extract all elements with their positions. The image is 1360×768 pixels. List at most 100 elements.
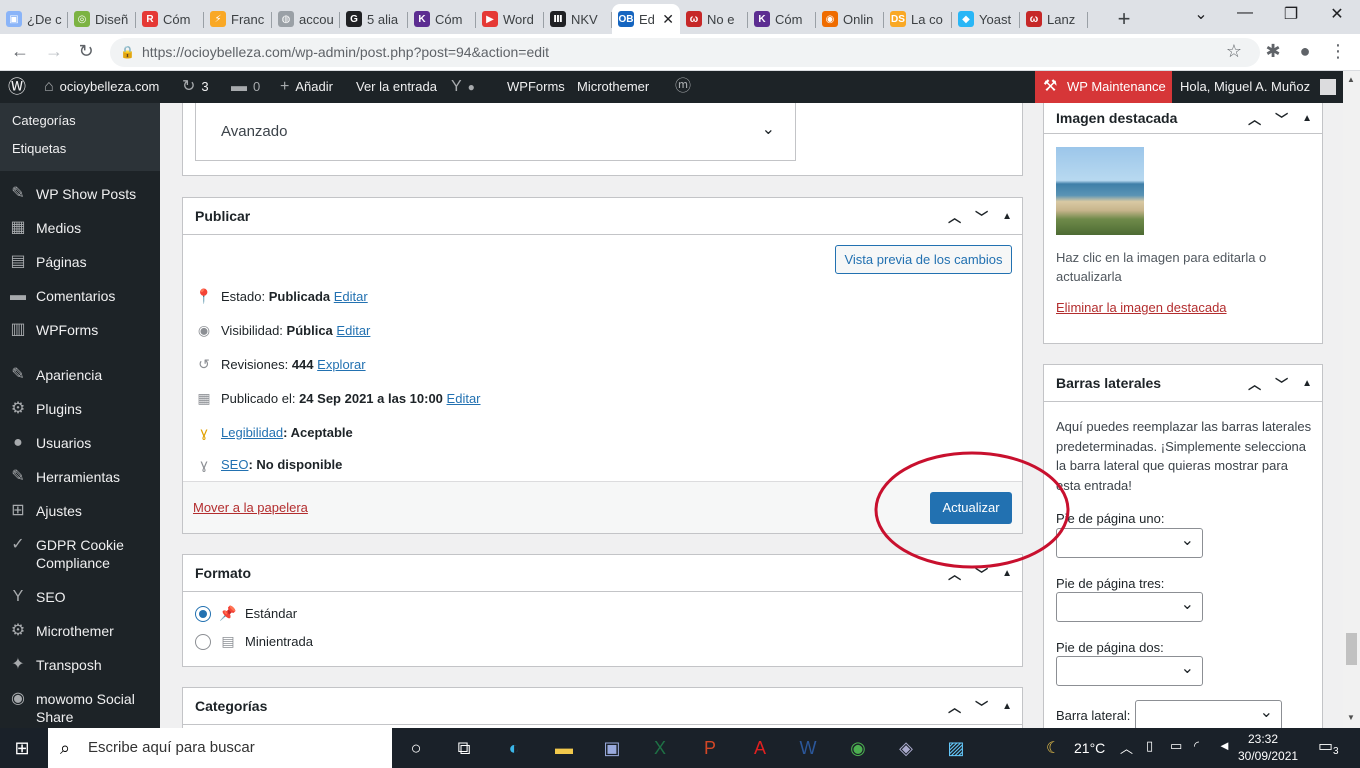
sidebar-item[interactable]: ▤ Páginas xyxy=(0,245,160,279)
acrobat-icon[interactable]: A xyxy=(746,734,774,762)
featured-image-thumbnail[interactable] xyxy=(1056,147,1144,235)
sidebar-item[interactable]: ● Usuarios xyxy=(0,426,160,460)
taskbar-search[interactable]: ⌕ Escribe aquí para buscar xyxy=(48,728,392,768)
browser-tab[interactable]: ⚡ Franc xyxy=(204,4,272,34)
user-account-menu[interactable]: Hola, Miguel A. Muñoz xyxy=(1180,71,1337,103)
readability-link[interactable]: Legibilidad xyxy=(221,425,283,440)
footer-one-select[interactable] xyxy=(1056,528,1203,558)
sidebar-item[interactable]: ✦ Transposh xyxy=(0,648,160,682)
browser-tab[interactable]: ω No e xyxy=(680,4,748,34)
format-option-standard[interactable]: 📌 Estándar xyxy=(195,605,297,622)
browser-tab[interactable]: ◎ Diseñ xyxy=(68,4,136,34)
browser-tab[interactable]: ▣ ¿De c xyxy=(0,4,68,34)
collapse-icon[interactable]: ▲ xyxy=(1002,211,1012,222)
sidebar-item[interactable]: ◉ mowomo Social Share xyxy=(0,682,160,728)
photos-icon[interactable]: ▨ xyxy=(942,734,970,762)
seo-link[interactable]: SEO xyxy=(221,457,248,472)
address-bar[interactable]: 🔒 https://ocioybelleza.com/wp-admin/post… xyxy=(110,38,1260,67)
wifi-icon[interactable]: ◜ xyxy=(1194,738,1199,754)
move-up-icon[interactable]: ︿ xyxy=(1248,374,1261,393)
task-view-icon[interactable]: ⧉ xyxy=(450,734,478,762)
sidebar-item[interactable]: ⚙ Microthemer xyxy=(0,614,160,648)
notes-icon[interactable]: ◈ xyxy=(892,734,920,762)
move-down-icon[interactable]: ﹀ xyxy=(1275,109,1288,128)
footer-three-select[interactable] xyxy=(1056,592,1203,622)
sidebar-item[interactable]: Y SEO xyxy=(0,580,160,614)
sidebar-item[interactable]: ▦ Medios xyxy=(0,211,160,245)
move-up-icon[interactable]: ︿ xyxy=(948,697,961,716)
move-up-icon[interactable]: ︿ xyxy=(1248,109,1261,128)
remove-featured-image-link[interactable]: Eliminar la imagen destacada xyxy=(1056,300,1227,315)
powerpoint-icon[interactable]: P xyxy=(696,734,724,762)
windows-start-icon[interactable]: ⊞ xyxy=(8,734,36,762)
browser-tab[interactable]: ω Lanz xyxy=(1020,4,1088,34)
tab-close-icon[interactable]: ✕ xyxy=(662,11,674,28)
notifications-icon[interactable]: ▭ xyxy=(1318,736,1333,756)
browser-tab[interactable]: K Cóm xyxy=(748,4,816,34)
chrome-icon[interactable]: ◉ xyxy=(844,734,872,762)
sidebar-item[interactable]: ✎ WP Show Posts xyxy=(0,177,160,211)
radio-unselected[interactable] xyxy=(195,633,211,650)
file-explorer-icon[interactable]: ▬ xyxy=(550,734,578,762)
temperature[interactable]: 21°C xyxy=(1074,740,1105,756)
browser-tab[interactable]: R Cóm xyxy=(136,4,204,34)
tray-chevron-icon[interactable]: ︿ xyxy=(1120,738,1133,757)
status-edit-link[interactable]: Editar xyxy=(334,289,368,304)
reload-icon[interactable]: ↻ xyxy=(74,41,98,62)
minimize-button[interactable]: — xyxy=(1230,4,1260,22)
add-new-link[interactable]: + Añadir xyxy=(280,71,333,103)
profile-icon[interactable]: ● xyxy=(1293,41,1317,62)
browser-tab[interactable]: ◆ Yoast xyxy=(952,4,1020,34)
site-name-link[interactable]: ⌂ ocioybelleza.com xyxy=(44,71,159,103)
microthemer-logo-icon[interactable]: ⓜ xyxy=(675,71,691,103)
scrollbar-thumb[interactable] xyxy=(1346,633,1357,665)
footer-two-select[interactable] xyxy=(1056,656,1203,686)
volume-icon[interactable]: ◄ xyxy=(1218,738,1231,753)
browser-tab[interactable]: DS La co xyxy=(884,4,952,34)
cortana-icon[interactable]: ○ xyxy=(402,734,430,762)
sidebar-item[interactable]: ✎ Apariencia xyxy=(0,358,160,392)
forward-icon[interactable]: → xyxy=(42,41,66,62)
preview-changes-button[interactable]: Vista previa de los cambios xyxy=(835,245,1012,274)
tab-search-icon[interactable]: ⌄ xyxy=(1186,4,1216,24)
sidebar-item[interactable]: ⚙ Plugins xyxy=(0,392,160,426)
browser-tab[interactable]: G 5 alia xyxy=(340,4,408,34)
browse-revisions-link[interactable]: Explorar xyxy=(317,357,365,372)
clock-time[interactable]: 23:32 xyxy=(1238,732,1288,746)
browser-tab[interactable]: Ⅲ NKV xyxy=(544,4,612,34)
published-edit-link[interactable]: Editar xyxy=(447,391,481,406)
sidebar-item[interactable]: ⊞ Ajustes xyxy=(0,494,160,528)
move-up-icon[interactable]: ︿ xyxy=(948,207,961,226)
yoast-menu[interactable]: Y ● xyxy=(451,71,475,103)
word-icon[interactable]: W xyxy=(794,734,822,762)
excel-icon[interactable]: X xyxy=(646,734,674,762)
collapse-icon[interactable]: ▲ xyxy=(1002,701,1012,712)
move-down-icon[interactable]: ﹀ xyxy=(975,207,988,226)
scroll-up-icon[interactable]: ▲ xyxy=(1347,75,1355,84)
collapse-icon[interactable]: ▲ xyxy=(1302,113,1312,124)
sidebar-item[interactable]: ▬ Comentarios xyxy=(0,279,160,313)
browser-tab[interactable]: ▶ Word xyxy=(476,4,544,34)
wp-maintenance-link[interactable]: ⚒ WP Maintenance xyxy=(1035,71,1172,103)
microthemer-link[interactable]: Microthemer xyxy=(577,71,649,103)
tab-active[interactable]: OB Ed ✕ xyxy=(612,4,680,34)
view-post-link[interactable]: Ver la entrada xyxy=(356,71,437,103)
submenu-item[interactable]: Etiquetas xyxy=(0,135,160,163)
clock-date[interactable]: 30/09/2021 xyxy=(1238,749,1308,763)
move-down-icon[interactable]: ﹀ xyxy=(975,697,988,716)
weather-moon-icon[interactable]: ☾ xyxy=(1046,738,1060,758)
bookmark-star-icon[interactable]: ☆ xyxy=(1222,41,1246,62)
page-scrollbar[interactable]: ▲ ▼ xyxy=(1343,71,1360,728)
wordpress-logo-icon[interactable]: Ⓦ xyxy=(8,71,26,103)
maximize-button[interactable]: ❐ xyxy=(1276,4,1306,24)
wpforms-link[interactable]: WPForms xyxy=(507,71,565,103)
move-to-trash-link[interactable]: Mover a la papelera xyxy=(193,500,308,515)
comments-link[interactable]: ▬ 0 xyxy=(231,71,260,103)
tray-device-icon[interactable]: ▯ xyxy=(1146,738,1153,754)
sidebar-item[interactable]: ✓ GDPR Cookie Compliance xyxy=(0,528,160,580)
menu-icon[interactable]: ⋮ xyxy=(1326,41,1350,62)
store-icon[interactable]: ▣ xyxy=(598,734,626,762)
updates-link[interactable]: ↻ 3 xyxy=(182,71,209,103)
browser-tab[interactable]: ◍ accou xyxy=(272,4,340,34)
browser-tab[interactable]: ◉ Onlin xyxy=(816,4,884,34)
